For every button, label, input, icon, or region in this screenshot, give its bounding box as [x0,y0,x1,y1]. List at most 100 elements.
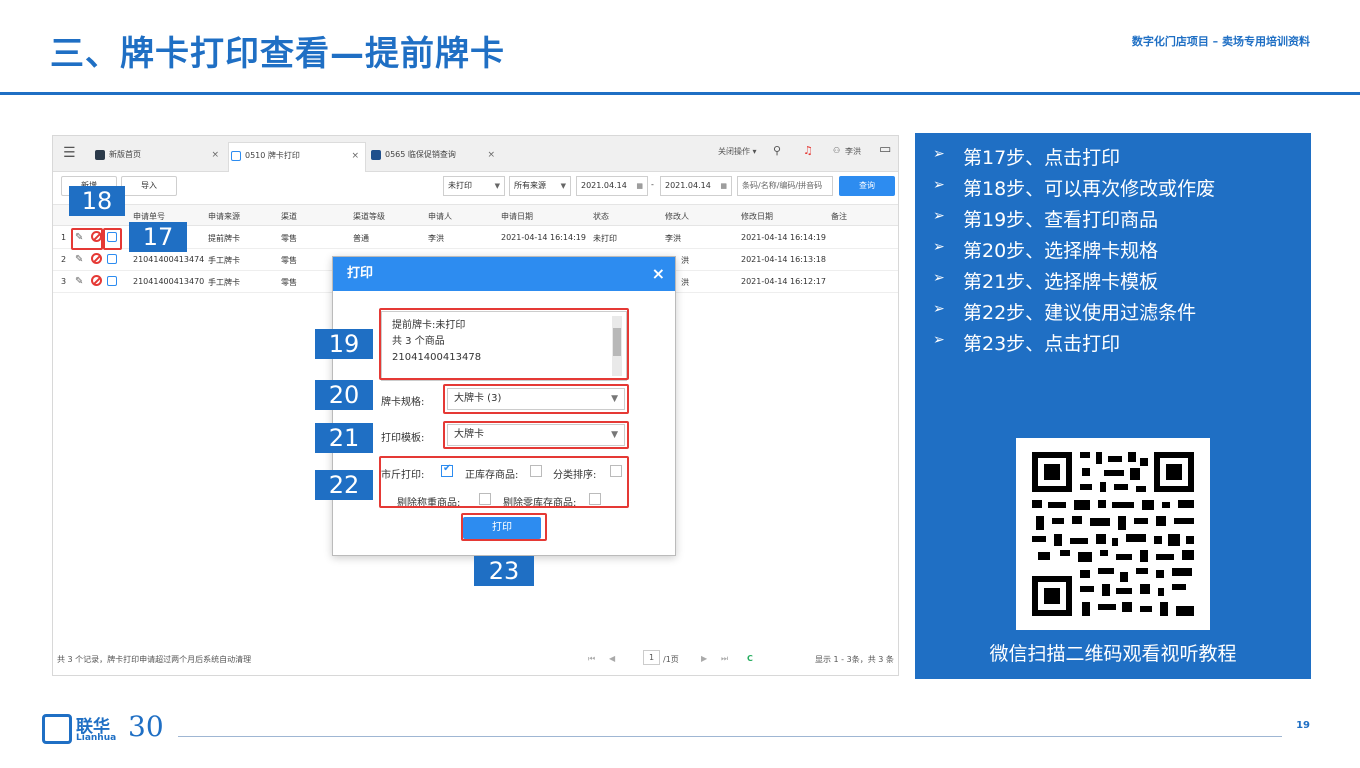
arrow-bullet-icon: ➢ [933,177,945,193]
col-header: 渠道 [281,212,297,221]
close-icon[interactable]: × [652,257,665,291]
cell-source: 提前牌卡 [208,234,240,243]
cell-mdate: 2021-04-14 16:12:17 [741,277,826,286]
tab-bar: ☰ 新版首页 × 0510 牌卡打印 × 0565 临保促销查询 × 关闭操作 … [53,136,898,172]
search-input[interactable]: 条码/名称/编码/拼音码 [737,176,833,196]
prev-page-icon[interactable]: ◀ [609,654,615,663]
highlight-22 [379,456,629,508]
dialog-header: 打印 × [333,257,675,291]
qr-caption: 微信扫描二维码观看视听教程 [989,643,1237,665]
col-header: 状态 [593,212,609,221]
select-value: 未打印 [448,181,472,190]
col-header: 备注 [831,212,847,221]
dialog-title: 打印 [347,266,374,281]
source-select[interactable]: 所有来源 ▼ [509,176,571,196]
highlight-23 [461,513,547,541]
hamburger-menu-icon[interactable]: ☰ [63,145,76,161]
refresh-icon[interactable]: C [747,654,753,663]
col-header: 申请单号 [133,212,165,221]
next-page-icon[interactable]: ▶ [701,654,707,663]
tab-promo-query[interactable]: 0565 临保促销查询 × [369,142,501,172]
tab-home[interactable]: 新版首页 × [93,142,225,172]
cell-modifier: 洪 [681,278,689,287]
step-badge-23: 23 [474,556,534,586]
footer-divider [178,736,1282,737]
step-list: ➢ 第17步、点击打印 ➢ 第18步、可以再次修改或作废 ➢ 第19步、查看打印商品 … [933,143,1215,360]
date-separator: - [651,180,654,189]
page-input[interactable]: 1 [643,650,661,665]
last-page-icon[interactable]: ⏭ [721,654,728,664]
arrow-bullet-icon: ➢ [933,270,945,286]
step-text: 第20步、选择牌卡规格 [963,240,1159,262]
import-button[interactable]: 导入 [121,176,177,196]
query-button[interactable]: 查询 [839,176,895,196]
spec-label: 牌卡规格: [381,397,425,408]
instruction-panel: ➢ 第17步、点击打印 ➢ 第18步、可以再次修改或作废 ➢ 第19步、查看打印商品 … [915,133,1311,679]
cell-modifier: 李洪 [665,234,681,243]
date-to-input[interactable]: 2021.04.14 ▦ [660,176,732,196]
close-icon[interactable]: × [487,142,495,168]
row-number: 1 [61,233,67,242]
template-label: 打印模板: [381,433,425,444]
bell-icon[interactable]: ♫ [803,144,813,157]
step-text: 第23步、点击打印 [963,333,1121,355]
logo-en-text: Lianhua [76,733,117,743]
qr-code-icon [1032,452,1194,616]
cell-channel: 零售 [281,256,297,265]
date-value: 2021.04.14 [665,181,711,190]
arrow-bullet-icon: ➢ [933,239,945,255]
highlight-19 [379,308,629,380]
list-item: ➢ 第22步、建议使用过滤条件 [933,298,1215,329]
col-header: 修改人 [665,212,689,221]
logo-mark-icon [42,714,72,744]
page-number: 19 [1296,720,1310,731]
slide: 三、牌卡打印查看—提前牌卡 数字化门店项目 – 卖场专用培训资料 ☰ 新版首页 … [0,0,1360,768]
chevron-down-icon: ▼ [560,182,566,190]
step-text: 第22步、建议使用过滤条件 [963,302,1197,324]
step-badge-17: 17 [129,222,187,252]
doc-icon [371,150,381,160]
print-icon[interactable] [107,254,117,264]
tab-card-print[interactable]: 0510 牌卡打印 × [228,142,366,172]
void-icon[interactable] [91,275,102,286]
display-count: 显示 1 - 3条，共 3 条 [815,655,894,664]
qr-code [1016,438,1210,630]
cell-channel: 零售 [281,278,297,287]
record-summary: 共 3 个记录，牌卡打印申请超过两个月后系统自动清理 [57,655,252,664]
row-number: 2 [61,255,67,264]
anniversary-mark: 30 [128,710,164,743]
date-value: 2021.04.14 [581,181,627,190]
close-icon[interactable]: × [351,143,359,169]
arrow-bullet-icon: ➢ [933,146,945,162]
user-icon[interactable]: ⚇ [833,146,840,155]
date-from-input[interactable]: 2021.04.14 ▦ [576,176,648,196]
list-item: ➢ 第19步、查看打印商品 [933,205,1215,236]
highlight-20 [443,384,629,414]
cell-channel: 零售 [281,234,297,243]
step-text: 第17步、点击打印 [963,147,1121,169]
user-name[interactable]: 李洪 [845,146,861,157]
cell-date: 2021-04-14 16:14:19 [501,233,586,242]
print-icon[interactable] [107,276,117,286]
calendar-icon: ▦ [636,182,643,190]
col-header: 申请日期 [501,212,533,221]
page-total: /1页 [663,655,679,664]
first-page-icon[interactable]: ⏮ [588,654,595,664]
search-icon[interactable]: ⚲ [773,144,781,157]
calendar-icon: ▦ [720,182,727,190]
void-icon[interactable] [91,253,102,264]
list-item: ➢ 第23步、点击打印 [933,329,1215,360]
arrow-bullet-icon: ➢ [933,208,945,224]
cell-mdate: 2021-04-14 16:13:18 [741,255,826,264]
shortcut-menu[interactable]: 关闭操作 ▾ [718,146,757,157]
cell-source: 手工牌卡 [208,256,240,265]
close-icon[interactable]: × [211,142,219,168]
monitor-icon[interactable]: ▭ [879,142,891,157]
edit-icon[interactable]: ✎ [75,276,83,287]
status-select[interactable]: 未打印 ▼ [443,176,505,196]
col-header: 申请来源 [208,212,240,221]
highlight-17 [103,228,122,250]
step-badge-21: 21 [315,423,373,453]
edit-icon[interactable]: ✎ [75,254,83,265]
cell-id: 21041400413474 [133,255,205,264]
